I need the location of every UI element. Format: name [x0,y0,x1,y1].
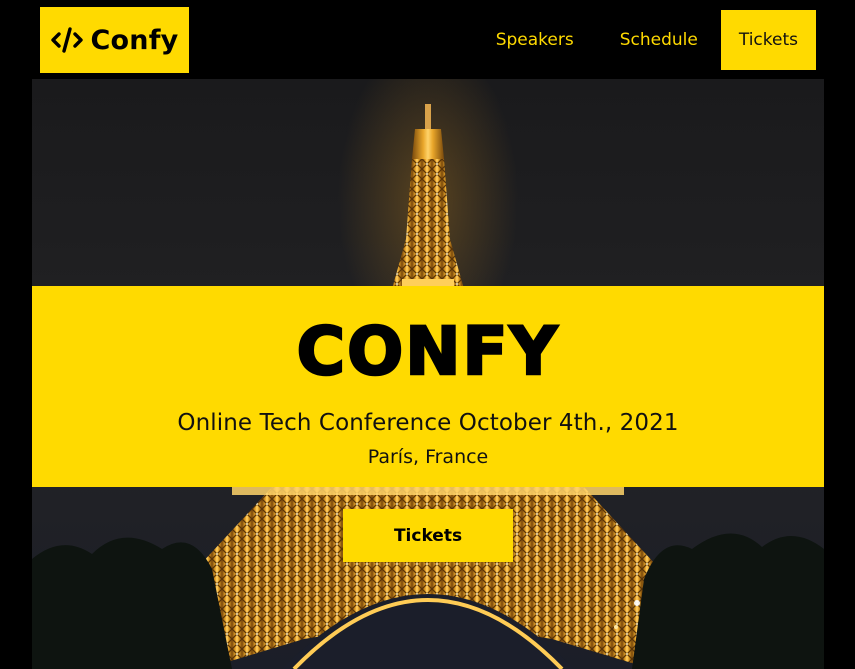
main-nav: Speakers Schedule Tickets [473,10,816,70]
code-icon [50,26,83,54]
hero-banner: CONFY Online Tech Conference October 4th… [32,286,824,487]
tickets-button[interactable]: Tickets [343,509,513,562]
logo-link[interactable]: Confy [40,7,189,73]
nav-link-tickets[interactable]: Tickets [720,10,816,70]
nav-link-schedule[interactable]: Schedule [597,10,721,70]
nav-link-speakers[interactable]: Speakers [473,10,597,70]
page: Confy Speakers Schedule Tickets CONFY On… [0,0,855,669]
hero-subtitle: Online Tech Conference October 4th., 202… [177,410,679,436]
logo-text: Confy [90,24,179,56]
hero-section: CONFY Online Tech Conference October 4th… [32,79,824,669]
hero-location: París, France [367,446,489,468]
hero-title: CONFY [295,312,560,391]
